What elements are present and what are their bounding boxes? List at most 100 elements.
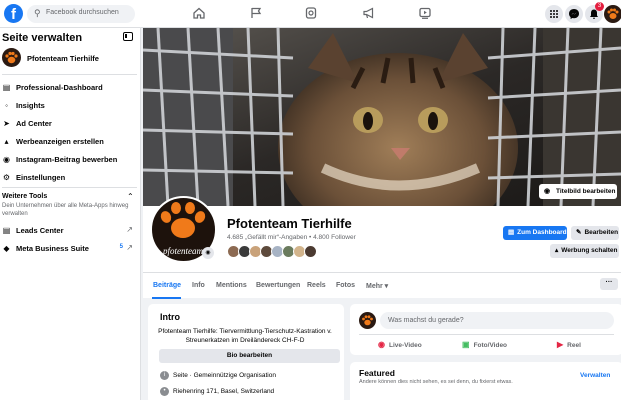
divider	[2, 74, 137, 75]
menu-grid-button[interactable]	[545, 5, 563, 23]
photo-video-button[interactable]: ▣ Foto/Video	[462, 340, 507, 349]
messenger-icon	[569, 9, 579, 19]
whats-on-your-mind-input[interactable]: Was machst du gerade?	[380, 312, 614, 329]
sidebar-item-settings[interactable]: ⚙ Einstellungen	[2, 172, 137, 185]
divider	[2, 187, 137, 188]
sidebar-item-label: Instagram-Beitrag bewerben	[16, 155, 118, 164]
tab-more[interactable]: Mehr ▾	[366, 282, 388, 290]
notification-badge: 3	[595, 2, 604, 11]
intro-description: Pfotenteam Tierhilfe: Tiervermittlung-Ti…	[158, 328, 332, 344]
dashboard-icon: ▤	[508, 229, 515, 236]
sidebar-item-label: Einstellungen	[16, 173, 66, 182]
sidebar-item-insights[interactable]: ◦ Insights	[2, 100, 137, 113]
sidebar-item-instagram-boost[interactable]: ◉ Instagram-Beitrag bewerben	[2, 154, 137, 167]
dashboard-button[interactable]: ▤ Zum Dashboard	[503, 226, 567, 240]
sidebar-title: Seite verwalten	[2, 32, 83, 44]
tab-reviews[interactable]: Bewertungen	[256, 282, 300, 289]
instagram-icon: ◉	[3, 155, 10, 164]
megaphone-icon: ▴	[4, 137, 9, 146]
sidebar-item-leads-center[interactable]: ▤ Leads Center ↗	[2, 225, 137, 238]
sidebar-item-label: Insights	[16, 101, 45, 110]
manage-featured-link[interactable]: Verwalten	[580, 372, 610, 379]
tab-photos[interactable]: Fotos	[336, 282, 355, 289]
page-stats[interactable]: 4.685 „Gefällt mir“-Angaben • 4.800 Foll…	[227, 234, 356, 241]
facebook-logo[interactable]: f	[4, 4, 23, 23]
sidebar-item-label: Ad Center	[16, 119, 52, 128]
more-options-button[interactable]: ···	[600, 278, 618, 290]
insights-icon: ◦	[5, 101, 8, 110]
post-composer: Was machst du gerade? ◉ Live-Video ▣ Foto/…	[350, 304, 621, 355]
page-title: Pfotenteam Tierhilfe	[227, 216, 352, 231]
dashboard-label: Zum Dashboard	[517, 229, 567, 236]
manage-page-sidebar: Seite verwalten Pfotenteam Tierhilfe ▤ P…	[0, 28, 141, 400]
sidebar-page-switcher[interactable]: Pfotenteam Tierhilfe	[2, 48, 137, 68]
live-video-label: Live-Video	[388, 342, 422, 349]
promote-label: Werbung schalten	[561, 247, 618, 254]
paw-logo-icon	[607, 8, 619, 19]
dashboard-icon: ▤	[2, 83, 11, 92]
sidebar-item-dashboard[interactable]: ▤ Professional-Dashboard	[2, 82, 137, 95]
gaming-icon[interactable]	[304, 6, 318, 20]
page-avatar	[2, 48, 21, 67]
video-icon[interactable]	[418, 6, 432, 20]
account-avatar[interactable]	[604, 5, 621, 23]
sidebar-item-label: Professional-Dashboard	[16, 83, 103, 92]
sidebar-item-ad-center[interactable]: ➤ Ad Center	[2, 118, 137, 131]
tab-mentions[interactable]: Mentions	[216, 282, 247, 289]
sidebar-item-label: Werbeanzeigen erstellen	[16, 137, 104, 146]
camera-icon[interactable]: ◉	[202, 247, 214, 259]
cover-photo: ◉ Titelbild bearbeiten	[143, 28, 621, 206]
search-input[interactable]: ⚲ Facebook durchsuchen	[27, 5, 135, 23]
search-placeholder: Facebook durchsuchen	[46, 9, 119, 16]
home-icon[interactable]	[192, 6, 206, 20]
search-icon: ⚲	[34, 8, 41, 18]
category-text: Seite · Gemeinnützige Organisation	[173, 372, 276, 379]
top-navigation-bar: f ⚲ Facebook durchsuchen 3	[0, 0, 621, 28]
sidebar-collapse-icon[interactable]	[123, 32, 133, 41]
edit-cover-button[interactable]: ◉ Titelbild bearbeiten	[539, 184, 617, 199]
avatar	[304, 245, 317, 258]
promote-button[interactable]: ▴ Werbung schalten	[550, 244, 619, 258]
live-video-button[interactable]: ◉ Live-Video	[378, 340, 422, 349]
reel-label: Reel	[567, 342, 581, 349]
featured-title: Featured	[359, 368, 395, 378]
flag-icon[interactable]	[249, 6, 263, 20]
external-link-icon: ↗	[126, 225, 133, 234]
live-video-icon: ◉	[378, 340, 385, 349]
address-text: Riehenring 171, Basel, Switzerland	[173, 388, 275, 395]
messenger-button[interactable]	[565, 5, 583, 23]
sidebar-item-create-ads[interactable]: ▴ Werbeanzeigen erstellen	[2, 136, 137, 149]
edit-cover-label: Titelbild bearbeiten	[556, 188, 616, 195]
logo-text: pfotenteam	[162, 246, 203, 256]
pencil-icon: ✎	[576, 229, 582, 236]
intro-title: Intro	[160, 312, 180, 322]
external-link-icon: ↗	[126, 243, 133, 252]
featured-card: Featured Andere können dies nicht sehen,…	[350, 362, 621, 400]
megaphone-icon: ▴	[555, 247, 559, 254]
sidebar-item-business-suite[interactable]: ◆ Meta Business Suite 5 ↗	[2, 243, 137, 256]
photo-video-label: Foto/Video	[473, 342, 508, 349]
sidebar-item-label: Meta Business Suite	[16, 244, 89, 253]
reel-icon: ▶	[557, 340, 564, 349]
tab-reels[interactable]: Reels	[307, 282, 326, 289]
edit-page-button[interactable]: ✎ Bearbeiten	[571, 226, 619, 240]
info-icon: i	[160, 371, 169, 380]
more-tools-description: Dein Unternehmen über alle Meta-Apps hin…	[2, 203, 129, 217]
sidebar-page-name: Pfotenteam Tierhilfe	[27, 54, 99, 63]
location-pin-icon: •	[160, 387, 169, 396]
tab-info[interactable]: Info	[192, 282, 205, 289]
active-tab-indicator	[152, 297, 181, 299]
divider	[359, 334, 614, 335]
featured-description: Andere können dies nicht sehen, es sei d…	[359, 379, 513, 385]
chevron-up-icon[interactable]: ⌃	[127, 192, 134, 201]
megaphone-icon[interactable]	[362, 6, 376, 20]
tab-posts[interactable]: Beiträge	[153, 282, 181, 289]
paw-logo-icon	[5, 51, 18, 64]
leads-icon: ▤	[2, 226, 11, 235]
reel-button[interactable]: ▶ Reel	[557, 340, 581, 349]
avatar	[359, 312, 376, 329]
sidebar-item-label: Leads Center	[16, 226, 64, 235]
meta-business-icon: ◆	[3, 244, 10, 253]
camera-icon: ◉	[544, 188, 551, 195]
edit-bio-button[interactable]: Bio bearbeiten	[159, 349, 340, 363]
